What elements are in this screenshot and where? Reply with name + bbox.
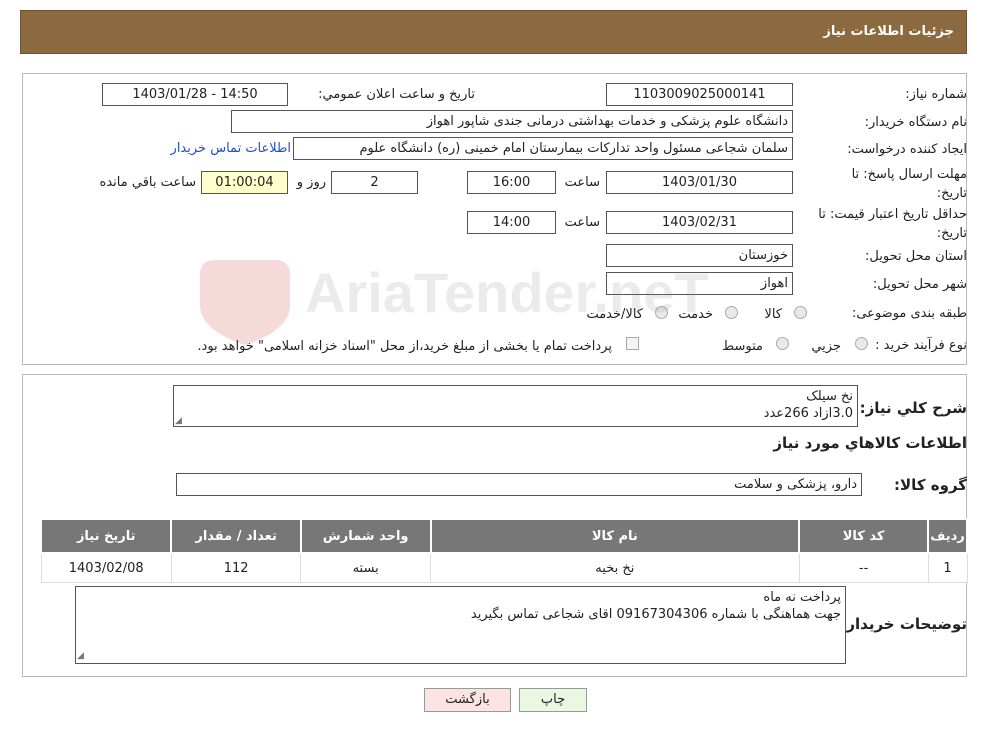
deadline-label-line2: تاريخ: (936, 186, 967, 201)
cell-name: نخ بخیه (430, 552, 800, 583)
cell-need-date: 1403/02/08 (40, 552, 172, 583)
treasury-payment-checkbox[interactable] (626, 337, 639, 350)
col-unit: واحد شمارش (299, 518, 432, 554)
resize-grip-icon[interactable]: ◢ (77, 651, 87, 661)
deadline-date-field: 1403/01/30 (606, 171, 793, 194)
requester-field: سلمان شجاعی مسئول واحد تداركات بیمارستان… (293, 137, 793, 160)
province-label: استان محل تحويل: (865, 249, 967, 264)
remaining-time-field: 01:00:04 (201, 171, 288, 194)
category-service-label: خدمت (678, 307, 713, 322)
process-minor-label: جزيي (811, 339, 841, 354)
announce-field: 1403/01/28 - 14:50 (102, 83, 288, 106)
col-name: نام كالا (429, 518, 801, 554)
validity-label-line1: حداقل تاريخ اعتبار قيمت: تا (818, 207, 967, 222)
treasury-payment-note: پرداخت تمام يا بخشی از مبلغ خريد،از محل … (197, 339, 612, 354)
print-button[interactable]: چاپ (519, 688, 587, 712)
back-button[interactable]: بازگشت (424, 688, 511, 712)
buyer-notes-label: توضيحات خريدار: (840, 615, 967, 633)
category-service-radio[interactable] (725, 306, 738, 319)
cell-row: 1 (927, 552, 968, 583)
items-title: اطلاعات كالاهاي مورد نياز (773, 434, 967, 452)
buyer-org-field: دانشگاه علوم پزشکی و خدمات بهداشتی درمان… (231, 110, 793, 133)
col-row: رديف (927, 518, 968, 554)
city-label: شهر محل تحويل: (872, 277, 967, 292)
cell-unit: بسته (300, 552, 432, 583)
deadline-days-label: روز و (296, 175, 326, 190)
announce-label: تاریخ و ساعت اعلان عمومي: (318, 87, 475, 102)
remaining-time-label: ساعت باقي مانده (99, 175, 196, 190)
cell-code: -- (798, 552, 929, 583)
general-desc-label: شرح كلي نياز: (859, 399, 967, 417)
general-desc-textarea[interactable]: نخ سیلک 3.0ازاد 266عدد (173, 385, 858, 427)
category-goods-service-label: كالا/خدمت (586, 307, 643, 322)
process-minor-radio[interactable] (855, 337, 868, 350)
category-label: طبقه بندی موضوعی: (851, 306, 967, 321)
page-header: جزئیات اطلاعات نیاز (20, 10, 967, 54)
category-goods-service-radio[interactable] (655, 306, 668, 319)
col-qty: تعداد / مقدار (170, 518, 302, 554)
requester-label: ايجاد کننده درخواست: (847, 142, 967, 157)
deadline-time-field: 16:00 (467, 171, 556, 194)
deadline-days-field: 2 (331, 171, 418, 194)
buyer-contact-link[interactable]: اطلاعات تماس خريدار (155, 141, 291, 156)
items-table: رديف كد كالا نام كالا واحد شمارش تعداد /… (39, 518, 968, 583)
deadline-label-line1: مهلت ارسال پاسخ: تا (851, 167, 967, 182)
col-need-date: تاريخ نياز (39, 518, 173, 554)
page-title: جزئیات اطلاعات نیاز (823, 24, 954, 39)
validity-time-field: 14:00 (467, 211, 556, 234)
resize-grip-icon[interactable]: ◢ (175, 416, 185, 426)
validity-label-line2: تاريخ: (936, 226, 967, 241)
process-medium-radio[interactable] (776, 337, 789, 350)
items-table-header-row: رديف كد كالا نام كالا واحد شمارش تعداد /… (39, 518, 968, 554)
category-goods-label: كالا (764, 307, 782, 322)
buyer-org-label: نام دستگاه خريدار: (864, 115, 967, 130)
need-number-field: 1103009025000141 (606, 83, 793, 106)
table-row[interactable]: 1 -- نخ بخیه بسته 112 1403/02/08 (40, 552, 968, 583)
process-medium-label: متوسط (722, 339, 763, 354)
col-code: كد كالا (798, 518, 930, 554)
process-label: نوع فرآيند خريد : (875, 338, 967, 353)
deadline-time-label: ساعت (564, 175, 600, 190)
validity-time-label: ساعت (564, 215, 600, 230)
category-goods-radio[interactable] (794, 306, 807, 319)
goods-group-label: گروه كالا: (894, 476, 967, 494)
goods-group-field: دارو، پزشکی و سلامت (176, 473, 862, 496)
cell-qty: 112 (170, 552, 302, 583)
need-number-label: شماره نیاز: (905, 87, 967, 102)
province-field: خوزستان (606, 244, 793, 267)
buyer-notes-textarea[interactable]: پرداخت نه ماه جهت هماهنگی با شماره 09167… (75, 586, 846, 664)
city-field: اهواز (606, 272, 793, 295)
validity-date-field: 1403/02/31 (606, 211, 793, 234)
